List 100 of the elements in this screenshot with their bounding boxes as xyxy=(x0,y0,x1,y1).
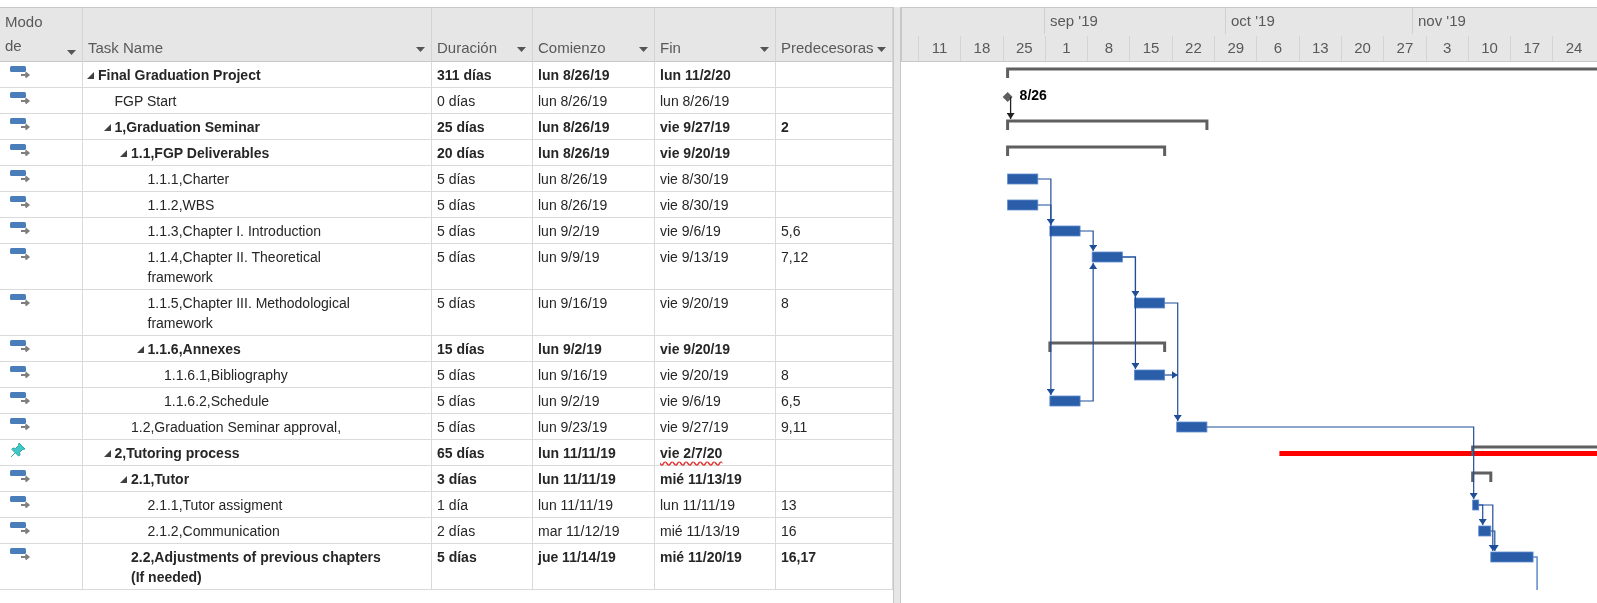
start-date: lun 8/26/19 xyxy=(538,119,610,135)
duration-text: 5 días xyxy=(437,197,476,213)
finish-date: vie 9/6/19 xyxy=(660,223,721,239)
duration-text: 15 días xyxy=(437,341,485,357)
finish-date: vie 9/27/19 xyxy=(660,419,729,435)
task-bar[interactable] xyxy=(1176,421,1208,433)
week-label: 22 xyxy=(1185,39,1202,56)
start-date: lun 11/11/19 xyxy=(538,445,616,461)
start-date: lun 9/2/19 xyxy=(538,223,600,239)
task-bar[interactable] xyxy=(1049,225,1081,237)
week-label: 1 xyxy=(1062,39,1071,56)
predecessors-text: 8 xyxy=(781,367,789,383)
column-header[interactable]: Task Name xyxy=(83,8,432,62)
task-name: 1,Graduation Seminar xyxy=(114,119,260,135)
finish-date: vie 8/30/19 xyxy=(660,171,729,187)
task-name: 1.1.5,Chapter III. Methodological framework xyxy=(147,295,350,331)
task-bar[interactable] xyxy=(1134,297,1166,309)
duration-text: 65 días xyxy=(437,445,485,461)
caret-icon xyxy=(517,47,526,53)
week-label: 17 xyxy=(1523,39,1541,56)
start-date: lun 11/11/19 xyxy=(538,497,613,513)
caret-icon xyxy=(416,47,425,53)
start-date: lun 9/2/19 xyxy=(538,393,600,409)
milestone-label: 8/26 xyxy=(1019,87,1047,103)
milestone-diamond[interactable] xyxy=(1002,92,1013,102)
task-bar[interactable] xyxy=(1007,173,1039,185)
expanded-triangle-icon[interactable] xyxy=(103,450,111,457)
start-date: lun 8/26/19 xyxy=(538,67,610,83)
task-bar[interactable] xyxy=(1490,551,1534,563)
duration-text: 1 día xyxy=(437,497,469,513)
duration-text: 2 días xyxy=(437,523,476,539)
month-label: sep '19 xyxy=(1050,12,1098,29)
expanded-triangle-icon[interactable] xyxy=(87,72,94,79)
start-date: lun 8/26/19 xyxy=(538,197,608,213)
caret-icon xyxy=(877,47,886,53)
column-header[interactable]: Comienzo xyxy=(533,8,655,62)
start-date: lun 9/9/19 xyxy=(538,249,600,265)
finish-date: vie 9/6/19 xyxy=(660,393,721,409)
finish-date: lun 8/26/19 xyxy=(660,93,730,109)
column-header[interactable]: Duración xyxy=(432,8,533,62)
task-bar[interactable] xyxy=(1007,199,1039,211)
task-name: 2.2,Adjustments of previous chapters (If needed) xyxy=(131,549,381,585)
column-header[interactable]: Fin xyxy=(655,8,776,62)
month-label: oct '19 xyxy=(1231,12,1275,29)
duration-text: 311 días xyxy=(437,67,492,83)
task-name: 1.1.6.1,Bibliography xyxy=(164,367,288,383)
week-label: 13 xyxy=(1311,39,1329,56)
task-bar[interactable] xyxy=(1134,369,1166,381)
task-name: 1.1,FGP Deliverables xyxy=(131,145,270,161)
column-header[interactable]: Modo de xyxy=(0,8,83,62)
finish-date: vie 9/20/19 xyxy=(660,341,731,357)
finish-date: vie 9/20/19 xyxy=(660,145,731,161)
week-label: 18 xyxy=(973,39,991,56)
duration-text: 0 días xyxy=(437,93,476,109)
week-label: 11 xyxy=(931,39,948,56)
task-name: 2.1.1,Tutor assigment xyxy=(147,497,283,513)
caret-icon xyxy=(639,47,648,53)
summary-bar[interactable] xyxy=(1006,119,1209,130)
expanded-triangle-icon[interactable] xyxy=(120,150,127,157)
task-name: 2,Tutoring process xyxy=(114,445,240,461)
finish-date: lun 11/11/19 xyxy=(660,497,735,513)
expanded-triangle-icon[interactable] xyxy=(120,476,127,483)
task-bar[interactable] xyxy=(1472,499,1480,511)
month-label: nov '19 xyxy=(1418,12,1466,29)
summary-bar[interactable] xyxy=(1006,145,1167,156)
duration-text: 20 días xyxy=(437,145,485,161)
task-name: 1.1.4,Chapter II. Theoretical framework xyxy=(147,249,321,285)
start-date: lun 8/26/19 xyxy=(538,171,608,187)
predecessors-text: 6,5 xyxy=(781,393,801,409)
duration-text: 5 días xyxy=(437,249,476,265)
start-date: lun 11/11/19 xyxy=(538,471,616,487)
finish-date: vie 2/7/20 xyxy=(660,445,723,461)
finish-date: vie 8/30/19 xyxy=(660,197,729,213)
duration-text: 3 días xyxy=(437,471,477,487)
task-bar[interactable] xyxy=(1049,395,1081,407)
dependency-arrow xyxy=(1079,230,1098,252)
week-label: 27 xyxy=(1396,39,1414,56)
start-date: lun 8/26/19 xyxy=(538,145,610,161)
predecessors-text: 7,12 xyxy=(781,249,809,265)
summary-bar[interactable] xyxy=(1048,341,1167,352)
duration-text: 5 días xyxy=(437,419,476,435)
duration-text: 25 días xyxy=(437,119,485,135)
summary-bar[interactable] xyxy=(1471,471,1493,482)
expanded-triangle-icon[interactable] xyxy=(136,346,144,353)
predecessors-text: 8 xyxy=(781,295,789,311)
week-label: 29 xyxy=(1227,39,1245,56)
task-bar[interactable] xyxy=(1091,251,1123,263)
predecessors-text: 9,11 xyxy=(781,419,808,435)
finish-date: mié 11/20/19 xyxy=(660,549,742,565)
summary-bar[interactable] xyxy=(1006,67,1597,78)
dependency-line xyxy=(1532,556,1538,590)
task-name: 1.1.3,Chapter I. Introduction xyxy=(147,223,322,239)
start-date: lun 9/2/19 xyxy=(538,341,602,357)
summary-bar[interactable] xyxy=(1471,445,1597,456)
expanded-triangle-icon[interactable] xyxy=(103,124,111,131)
week-label: 24 xyxy=(1565,39,1583,56)
task-name: FGP Start xyxy=(114,93,177,109)
task-bar[interactable] xyxy=(1478,525,1492,537)
week-label: 10 xyxy=(1481,39,1498,56)
duration-text: 5 días xyxy=(437,393,476,409)
